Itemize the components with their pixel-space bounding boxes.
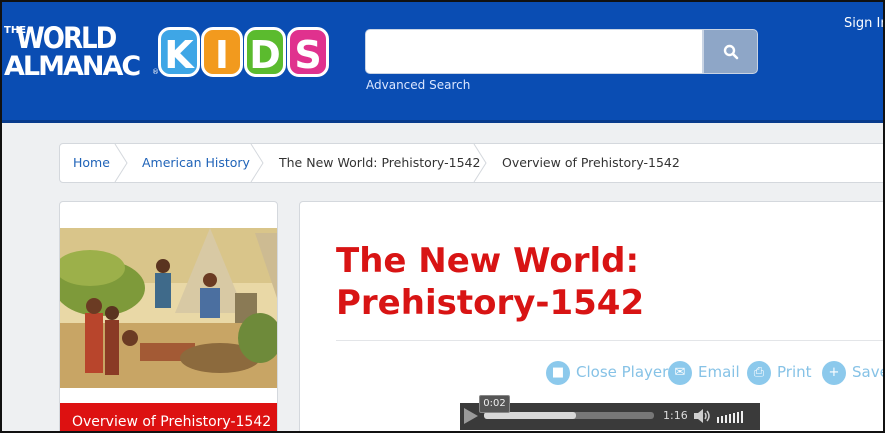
audio-progress-track[interactable] xyxy=(484,412,654,419)
article-panel: The New World: Prehistory-1542 ■ Close Pl… xyxy=(299,201,883,431)
volume-icon[interactable] xyxy=(694,408,712,424)
sidebar-item-overview[interactable]: Overview of Prehistory-1542 xyxy=(60,403,277,431)
volume-bar xyxy=(741,411,743,423)
breadcrumb-american-history[interactable]: American History xyxy=(142,144,250,182)
logo-the: THE xyxy=(4,25,27,36)
breadcrumb-home[interactable]: Home xyxy=(73,144,110,182)
save-label: Save xyxy=(852,363,883,381)
play-icon[interactable] xyxy=(464,408,478,424)
breadcrumb-new-world[interactable]: The New World: Prehistory-1542 xyxy=(279,144,480,182)
email-button[interactable]: ✉ Email xyxy=(668,359,740,385)
save-button[interactable]: + Save xyxy=(822,359,883,385)
sign-in-link[interactable]: Sign In xyxy=(844,16,883,31)
advanced-search-link[interactable]: Advanced Search xyxy=(366,78,470,92)
breadcrumb: Home American History The New World: Pre… xyxy=(59,143,883,183)
breadcrumb-separator-icon xyxy=(473,144,487,182)
close-player-button[interactable]: ■ Close Player xyxy=(546,359,668,385)
logo-kids-letter: S xyxy=(287,27,329,77)
print-label: Print xyxy=(777,363,812,381)
app-frame: THE WORLD ALMANAC ® K I D S Advanced Sea… xyxy=(0,0,885,433)
volume-bar xyxy=(729,414,731,423)
volume-bar xyxy=(737,412,739,423)
email-icon: ✉ xyxy=(668,360,692,385)
logo-kids-letter: K xyxy=(158,27,200,77)
volume-bar xyxy=(733,413,735,423)
volume-bar xyxy=(717,417,719,423)
divider xyxy=(336,340,883,341)
search-button[interactable] xyxy=(703,29,758,74)
breadcrumb-separator-icon xyxy=(250,144,264,182)
volume-bar xyxy=(725,415,727,423)
logo-world: WORLD xyxy=(16,21,117,55)
audio-progress-fill xyxy=(484,412,576,419)
world-almanac-kids-logo[interactable]: THE WORLD ALMANAC ® K I D S xyxy=(4,24,344,82)
page-title: The New World: Prehistory-1542 xyxy=(336,241,645,323)
logo-kids-letter: I xyxy=(201,27,243,77)
logo-kids-letter: D xyxy=(244,27,286,77)
close-player-label: Close Player xyxy=(576,363,669,381)
email-label: Email xyxy=(698,363,740,381)
native-village-illustration xyxy=(60,228,277,388)
breadcrumb-overview: Overview of Prehistory-1542 xyxy=(502,155,680,170)
search-icon xyxy=(723,44,739,60)
print-icon: ⎙ xyxy=(747,360,771,385)
stop-icon: ■ xyxy=(546,360,570,385)
plus-icon: + xyxy=(822,360,846,385)
current-time-tooltip: 0:02 xyxy=(479,395,510,413)
header: THE WORLD ALMANAC ® K I D S Advanced Sea… xyxy=(2,2,883,123)
volume-bar xyxy=(721,416,723,423)
search-input[interactable] xyxy=(365,29,703,74)
logo-almanac: ALMANAC xyxy=(4,51,141,82)
print-button[interactable]: ⎙ Print xyxy=(747,359,812,385)
sidebar-card: Overview of Prehistory-1542 xyxy=(59,201,278,431)
duration-label: 1:16 xyxy=(663,409,688,422)
breadcrumb-separator-icon xyxy=(114,144,128,182)
